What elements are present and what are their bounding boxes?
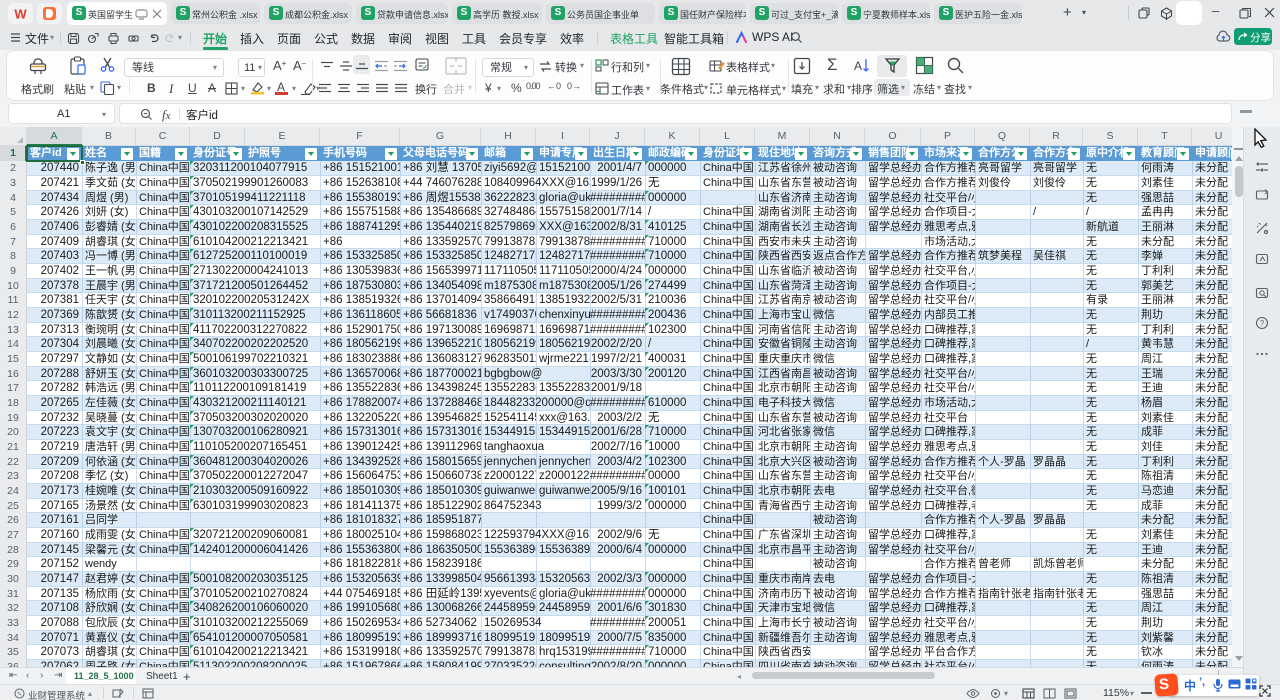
svg-text:✎: ✎: [17, 691, 22, 698]
svg-text:?: ?: [1260, 319, 1265, 328]
svg-text:A: A: [854, 59, 862, 73]
svg-text:W: W: [14, 7, 27, 22]
